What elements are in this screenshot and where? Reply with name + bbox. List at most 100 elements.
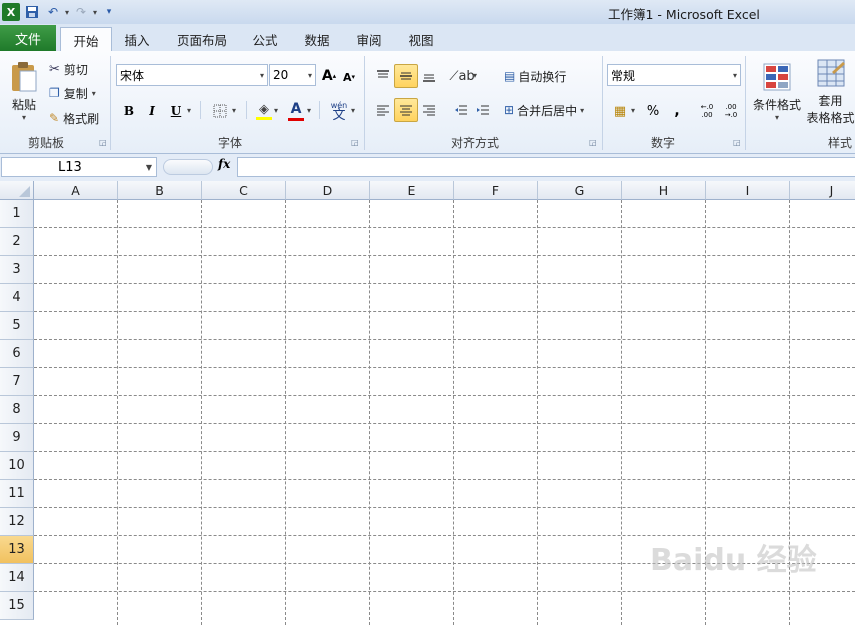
conditional-formatting-button[interactable]: 条件格式 ▾ [750, 56, 804, 128]
align-middle-button[interactable] [394, 64, 418, 88]
align-top-button[interactable] [371, 64, 395, 88]
formula-bar-handle[interactable] [163, 159, 213, 175]
row-header[interactable]: 15 [0, 592, 34, 620]
accounting-format-icon[interactable]: ▦ [609, 99, 631, 123]
wrap-text-button[interactable]: ▤ 自动换行 [503, 65, 577, 87]
phonetic-guide-button[interactable]: wén 文 [327, 99, 351, 123]
orientation-icon[interactable]: ⟋ab [449, 64, 474, 88]
row-header[interactable]: 10 [0, 452, 34, 480]
row-header[interactable]: 12 [0, 508, 34, 536]
row-header[interactable]: 7 [0, 368, 34, 396]
formula-input[interactable] [237, 157, 855, 177]
column-header[interactable]: E [370, 181, 454, 200]
font-name-dropdown-icon[interactable]: ▾ [260, 71, 267, 80]
clipboard-launcher-icon[interactable]: ◲ [99, 138, 107, 147]
tab-review[interactable]: 审阅 [348, 28, 390, 51]
align-left-button[interactable] [371, 98, 395, 122]
borders-dropdown-icon[interactable]: ▾ [232, 106, 236, 115]
save-icon[interactable] [23, 3, 41, 21]
column-gridline [621, 200, 622, 625]
decrease-decimal-button[interactable]: .00 →.0 [719, 99, 743, 123]
tab-page-layout[interactable]: 页面布局 [170, 28, 234, 51]
column-header[interactable]: C [202, 181, 286, 200]
select-all-button[interactable] [0, 181, 34, 200]
tab-file[interactable]: 文件 [0, 25, 56, 51]
paste-button[interactable]: 粘贴 ▾ [4, 55, 44, 127]
column-header[interactable]: J [790, 181, 855, 200]
decrease-indent-icon[interactable] [450, 98, 472, 122]
row-header[interactable]: 4 [0, 284, 34, 312]
underline-dropdown-icon[interactable]: ▾ [187, 106, 191, 115]
number-launcher-icon[interactable]: ◲ [733, 138, 741, 147]
font-size-dropdown-icon[interactable]: ▾ [308, 71, 315, 80]
column-header[interactable]: D [286, 181, 370, 200]
increase-decimal-button[interactable]: ←.0 .00 [695, 99, 719, 123]
row-header[interactable]: 3 [0, 256, 34, 284]
customize-qat-icon[interactable]: ▾ [100, 3, 118, 21]
merge-center-button[interactable]: ⊞ 合并后居中 ▾ [503, 99, 597, 121]
row-header[interactable]: 6 [0, 340, 34, 368]
font-launcher-icon[interactable]: ◲ [351, 138, 359, 147]
align-bottom-button[interactable] [417, 64, 441, 88]
row-header[interactable]: 1 [0, 200, 34, 228]
redo-dropdown-icon[interactable]: ▾ [93, 8, 97, 17]
fill-color-dropdown-icon[interactable]: ▾ [274, 106, 278, 115]
number-format-combo[interactable]: 常规 ▾ [607, 64, 741, 86]
column-header[interactable]: B [118, 181, 202, 200]
undo-icon[interactable]: ↶ [44, 3, 62, 21]
copy-button[interactable]: ❐ 复制 ▾ [48, 82, 110, 104]
name-box-dropdown-icon[interactable]: ▼ [146, 163, 156, 172]
phonetic-dropdown-icon[interactable]: ▾ [351, 106, 355, 115]
orientation-dropdown-icon[interactable]: ▾ [473, 71, 477, 80]
redo-icon[interactable]: ↷ [72, 3, 90, 21]
conditional-dropdown-icon: ▾ [774, 113, 779, 122]
row-header[interactable]: 2 [0, 228, 34, 256]
font-color-dropdown-icon[interactable]: ▾ [307, 106, 311, 115]
font-color-icon[interactable]: A [285, 99, 307, 123]
cut-button[interactable]: ✂ 剪切 [48, 58, 106, 80]
underline-button[interactable]: U [166, 100, 186, 122]
font-name-combo[interactable]: 宋体 ▾ [116, 64, 268, 86]
tab-view[interactable]: 视图 [400, 28, 442, 51]
tab-insert[interactable]: 插入 [116, 28, 158, 51]
format-as-table-button[interactable]: 套用 表格格式 [804, 56, 855, 128]
align-right-button[interactable] [417, 98, 441, 122]
grow-font-icon[interactable]: A ▴ [320, 65, 338, 87]
tab-formulas[interactable]: 公式 [244, 28, 286, 51]
undo-dropdown-icon[interactable]: ▾ [65, 8, 69, 17]
column-header[interactable]: F [454, 181, 538, 200]
comma-style-button[interactable]: , [667, 99, 687, 123]
shrink-font-icon[interactable]: A ▾ [340, 67, 358, 87]
row-header[interactable]: 9 [0, 424, 34, 452]
align-center-button[interactable] [394, 98, 418, 122]
column-header[interactable]: G [538, 181, 622, 200]
font-size-combo[interactable]: 20 ▾ [269, 64, 316, 86]
row-header[interactable]: 13 [0, 536, 34, 564]
column-header[interactable]: I [706, 181, 790, 200]
excel-logo-icon[interactable]: X [2, 3, 20, 21]
number-format-dropdown-icon[interactable]: ▾ [733, 71, 740, 80]
tab-data[interactable]: 数据 [296, 28, 338, 51]
row-header[interactable]: 11 [0, 480, 34, 508]
column-gridline [453, 200, 454, 625]
increase-indent-icon[interactable] [472, 98, 494, 122]
fill-color-icon[interactable]: ◈ [253, 99, 275, 123]
format-painter-button[interactable]: ✎ 格式刷 [48, 107, 110, 129]
bold-button[interactable]: B [119, 100, 139, 122]
column-header[interactable]: H [622, 181, 706, 200]
column-header[interactable]: A [34, 181, 118, 200]
styles-group-label: 样式 [827, 136, 852, 150]
percent-style-button[interactable]: % [643, 99, 663, 123]
cut-label: 剪切 [63, 62, 88, 77]
name-box[interactable]: L13 ▼ [1, 157, 157, 177]
insert-function-button[interactable]: fx [218, 157, 230, 171]
row-header[interactable]: 8 [0, 396, 34, 424]
row-header[interactable]: 14 [0, 564, 34, 592]
tab-home[interactable]: 开始 [60, 27, 112, 52]
column-gridline [369, 200, 370, 625]
alignment-launcher-icon[interactable]: ◲ [589, 138, 597, 147]
borders-icon[interactable] [208, 100, 232, 122]
italic-button[interactable]: I [142, 100, 162, 122]
row-header[interactable]: 5 [0, 312, 34, 340]
accounting-dropdown-icon[interactable]: ▾ [631, 106, 635, 115]
